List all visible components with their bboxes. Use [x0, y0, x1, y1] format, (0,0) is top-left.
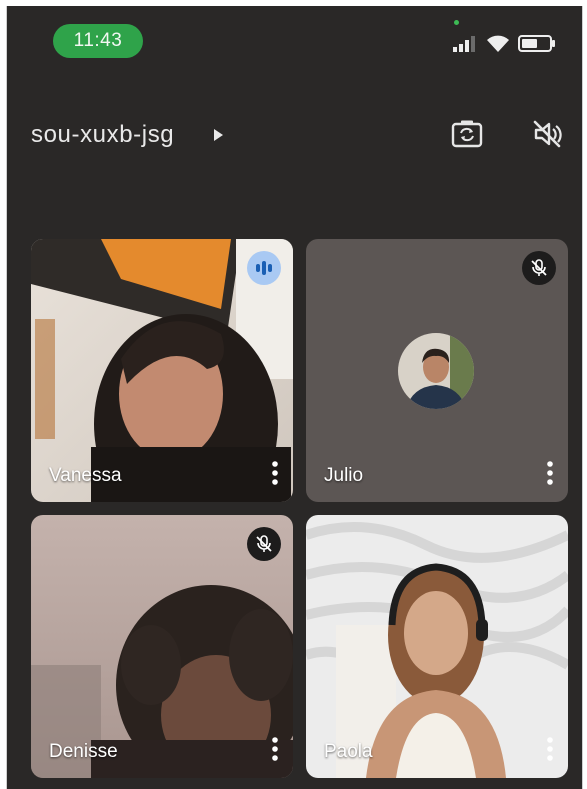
participant-video — [306, 515, 568, 778]
participant-tile-paola[interactable]: Paola — [306, 515, 568, 778]
signal-icon — [453, 36, 475, 52]
participant-tile-vanessa[interactable]: Vanessa — [31, 239, 293, 502]
participant-tile-julio[interactable]: Julio — [306, 239, 568, 502]
participant-name: Vanessa — [49, 465, 122, 486]
speaker-off-icon — [533, 120, 562, 148]
meeting-header: sou-xuxb-jsg — [7, 106, 582, 166]
muted-indicator — [522, 251, 556, 285]
caret-right-icon[interactable] — [212, 128, 224, 142]
meeting-code[interactable]: sou-xuxb-jsg — [31, 120, 174, 150]
participant-name: Denisse — [49, 741, 118, 762]
more-options-icon[interactable] — [267, 734, 283, 764]
status-bar: 11:43 — [7, 6, 582, 66]
more-options-icon[interactable] — [542, 458, 558, 488]
more-options-icon[interactable] — [542, 734, 558, 764]
muted-indicator — [247, 527, 281, 561]
speaking-indicator — [247, 251, 281, 285]
participant-name: Paola — [324, 741, 373, 762]
participant-tile-denisse[interactable]: Denisse — [31, 515, 293, 778]
battery-icon — [518, 35, 555, 52]
more-options-icon[interactable] — [267, 458, 283, 488]
status-clock: 11:43 — [53, 24, 143, 58]
mic-off-icon — [531, 259, 547, 276]
switch-camera-button[interactable] — [447, 114, 487, 154]
mic-off-icon — [256, 535, 272, 552]
camera-indicator-icon — [454, 20, 459, 25]
participant-name: Julio — [324, 465, 364, 486]
audio-output-button[interactable] — [527, 114, 567, 154]
audio-level-icon — [256, 261, 272, 275]
wifi-icon — [487, 35, 509, 52]
meet-call-screen: 11:43 sou-xuxb-jsg Vanessa Julio Denisse… — [6, 6, 583, 789]
switch-camera-icon — [451, 120, 483, 148]
avatar — [398, 333, 474, 409]
